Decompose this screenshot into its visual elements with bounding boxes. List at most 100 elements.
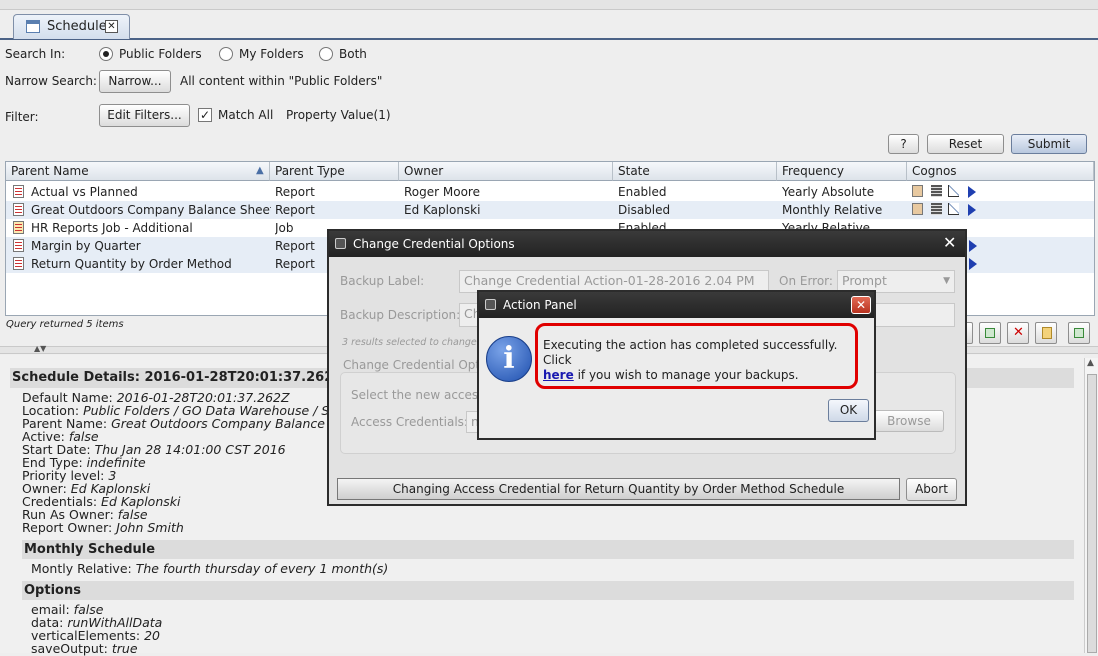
radio-both[interactable] bbox=[319, 47, 333, 61]
abort-button[interactable]: Abort bbox=[906, 478, 957, 501]
report-icon bbox=[13, 185, 24, 198]
prop-value: The fourth thursday of every 1 month(s) bbox=[135, 561, 389, 576]
report-icon bbox=[13, 239, 24, 252]
cell-name: Return Quantity by Order Method bbox=[31, 257, 232, 271]
scroll-up-icon[interactable]: ▲ bbox=[1087, 358, 1094, 368]
progress-text: Changing Access Credential for Return Qu… bbox=[392, 482, 845, 496]
prop-report-owner: Report Owner: John Smith bbox=[22, 521, 184, 534]
column-parent-type[interactable]: Parent Type bbox=[270, 162, 399, 181]
browse-button[interactable]: Browse bbox=[874, 410, 944, 432]
close-icon[interactable]: ✕ bbox=[943, 234, 956, 252]
close-icon[interactable]: ✕ bbox=[105, 20, 118, 33]
close-icon[interactable]: ✕ bbox=[851, 296, 871, 314]
prop-key: Montly Relative: bbox=[31, 561, 132, 576]
cell-type: Job bbox=[275, 221, 294, 235]
sort-asc-icon: ▲ bbox=[256, 165, 264, 176]
radio-public-folders[interactable] bbox=[99, 47, 113, 61]
narrow-scope-text: All content within "Public Folders" bbox=[180, 74, 383, 88]
help-button[interactable]: ? bbox=[888, 134, 919, 154]
prop-monthly-relative: Montly Relative: The fourth thursday of … bbox=[31, 562, 388, 575]
properties-icon[interactable] bbox=[912, 203, 923, 215]
narrow-button[interactable]: Narrow... bbox=[99, 70, 171, 93]
new-schedule-icon[interactable] bbox=[979, 322, 1001, 344]
reset-button[interactable]: Reset bbox=[927, 134, 1004, 154]
chart-icon[interactable] bbox=[948, 203, 959, 215]
prop-value: Great Outdoors Company Balance She bbox=[111, 416, 353, 431]
cell-state: Disabled bbox=[618, 203, 671, 217]
match-all-label: Match All bbox=[218, 108, 274, 122]
tab-strip-line bbox=[0, 38, 1098, 40]
prop-value: 20 bbox=[144, 628, 160, 643]
delete-schedule-icon[interactable]: ✕ bbox=[1007, 322, 1029, 344]
table-row[interactable]: Great Outdoors Company Balance Sheet... … bbox=[6, 201, 1094, 219]
search-in-label: Search In: bbox=[5, 47, 66, 61]
edit-schedule-icon[interactable] bbox=[1035, 322, 1057, 344]
job-icon bbox=[13, 221, 24, 234]
access-credentials-label: Access Credentials: bbox=[351, 415, 468, 429]
message-text: Executing the action has completed succe… bbox=[543, 338, 838, 367]
column-frequency[interactable]: Frequency bbox=[777, 162, 907, 181]
cell-owner: Ed Kaplonski bbox=[404, 203, 481, 217]
ok-button[interactable]: OK bbox=[828, 399, 869, 422]
table-row[interactable]: Actual vs Planned Report Roger Moore Ena… bbox=[6, 183, 1094, 201]
radio-my-folders[interactable] bbox=[219, 47, 233, 61]
action-panel-titlebar[interactable]: Action Panel ✕ bbox=[479, 292, 874, 318]
cell-type: Report bbox=[275, 185, 315, 199]
tab-label: Schedule bbox=[47, 19, 107, 34]
manage-backups-link[interactable]: here bbox=[543, 368, 574, 382]
play-icon[interactable] bbox=[968, 204, 976, 216]
app-icon bbox=[335, 238, 346, 249]
play-icon[interactable] bbox=[969, 258, 977, 270]
opt-save-output: saveOutput: true bbox=[31, 642, 138, 655]
radio-public-folders-label: Public Folders bbox=[119, 47, 202, 61]
details-scrollbar[interactable]: ▲ bbox=[1084, 358, 1098, 653]
submit-button[interactable]: Submit bbox=[1011, 134, 1087, 154]
on-error-value: Prompt bbox=[842, 273, 887, 288]
select-access-text: Select the new access bbox=[351, 388, 485, 402]
column-label: Cognos bbox=[912, 164, 957, 178]
action-message: Executing the action has completed succe… bbox=[543, 338, 853, 383]
property-value-label: Property Value(1) bbox=[286, 108, 391, 122]
match-all-checkbox[interactable]: ✓ bbox=[198, 108, 212, 122]
selected-count-text: 3 results selected to change bbox=[342, 337, 477, 348]
column-label: Owner bbox=[404, 164, 444, 178]
play-icon[interactable] bbox=[969, 240, 977, 252]
dialog-title: Action Panel bbox=[503, 298, 577, 312]
column-cognos[interactable]: Cognos bbox=[907, 162, 1094, 181]
chevron-down-icon: ▼ bbox=[943, 276, 950, 286]
column-parent-name[interactable]: Parent Name ▲ bbox=[6, 162, 270, 181]
play-icon[interactable] bbox=[968, 186, 976, 198]
prop-key: saveOutput: bbox=[31, 641, 108, 656]
column-label: Parent Name bbox=[11, 164, 89, 178]
column-owner[interactable]: Owner bbox=[399, 162, 613, 181]
cell-name: Margin by Quarter bbox=[31, 239, 141, 253]
cell-frequency: Yearly Absolute bbox=[782, 185, 875, 199]
chart-icon[interactable] bbox=[948, 185, 959, 197]
edit-filters-button[interactable]: Edit Filters... bbox=[99, 104, 190, 127]
monthly-schedule-title: Monthly Schedule bbox=[22, 540, 1074, 559]
prop-value: true bbox=[111, 641, 138, 656]
report-icon bbox=[13, 203, 24, 216]
tab-schedule[interactable]: Schedule ✕ bbox=[13, 14, 130, 39]
credential-dialog-titlebar[interactable]: Change Credential Options ✕ bbox=[329, 231, 965, 257]
options-title: Options bbox=[22, 581, 1074, 600]
action-panel-dialog: Action Panel ✕ i Executing the action ha… bbox=[477, 290, 876, 440]
prop-value: John Smith bbox=[116, 520, 184, 535]
scroll-thumb[interactable] bbox=[1087, 374, 1097, 653]
column-label: Parent Type bbox=[275, 164, 345, 178]
run-icon[interactable] bbox=[931, 203, 942, 215]
column-state[interactable]: State bbox=[613, 162, 777, 181]
copy-schedule-icon[interactable] bbox=[1068, 322, 1090, 344]
dialog-title: Change Credential Options bbox=[353, 237, 515, 251]
on-error-label: On Error: bbox=[779, 274, 833, 288]
collapse-arrows-icon: ▲▼ bbox=[34, 344, 47, 353]
backup-description-label: Backup Description: bbox=[340, 308, 461, 322]
properties-icon[interactable] bbox=[912, 185, 923, 197]
cell-type: Report bbox=[275, 257, 315, 271]
report-icon bbox=[13, 257, 24, 270]
run-icon[interactable] bbox=[931, 185, 942, 197]
radio-my-folders-label: My Folders bbox=[239, 47, 304, 61]
backup-label-label: Backup Label: bbox=[340, 274, 425, 288]
calendar-icon bbox=[26, 20, 40, 33]
cell-name: HR Reports Job - Additional bbox=[31, 221, 193, 235]
